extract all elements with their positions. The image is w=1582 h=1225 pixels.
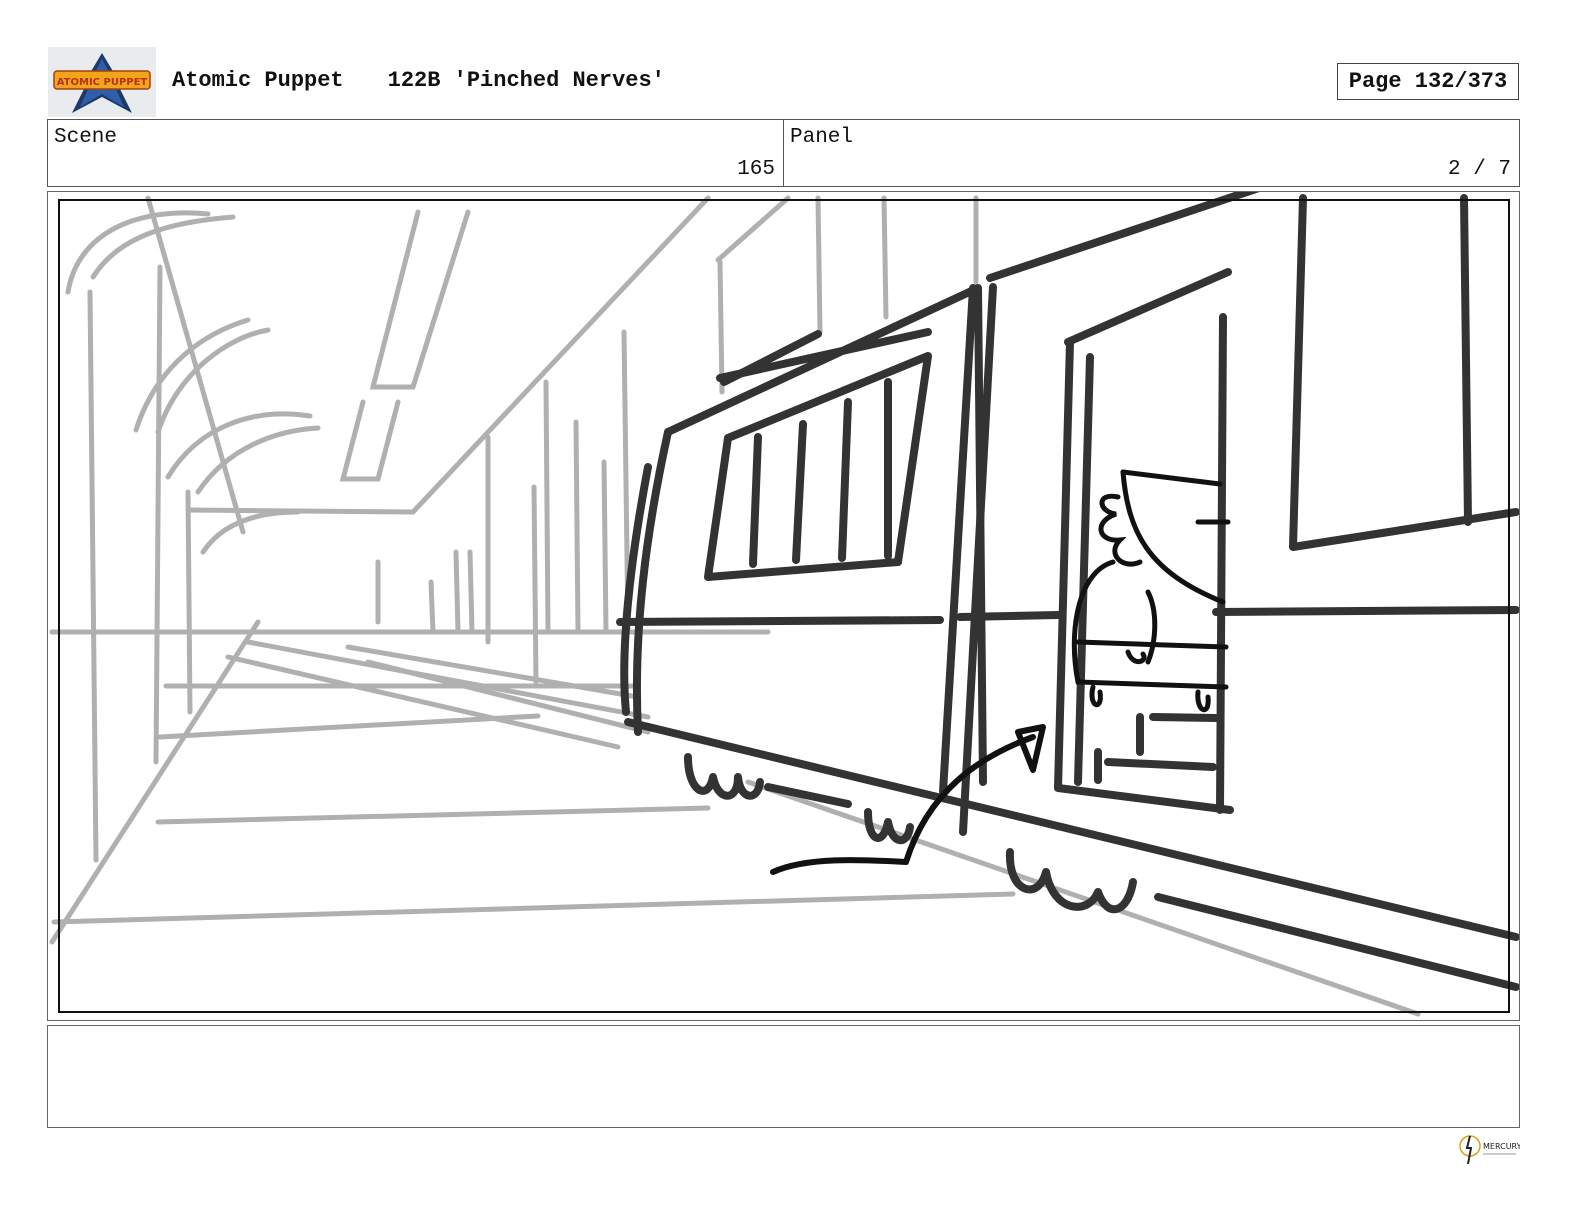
panel-notes	[47, 1025, 1520, 1128]
header-title: Atomic Puppet 122B 'Pinched Nerves'	[172, 68, 665, 93]
panel-number: 2 / 7	[1447, 158, 1511, 181]
scene-number: 165	[737, 158, 775, 181]
train-ink-layer	[616, 192, 1519, 991]
scene-panel-row: Scene 165 Panel 2 / 7	[47, 119, 1520, 187]
scene-cell: Scene 165	[48, 120, 784, 186]
page-number: Page 132/373	[1337, 63, 1519, 100]
subway-train-sketch	[49, 192, 1519, 1017]
character-sketch	[1071, 469, 1231, 712]
show-name: Atomic Puppet	[172, 68, 344, 93]
scene-label: Scene	[54, 126, 118, 149]
atomic-puppet-logo: ATOMIC PUPPET	[48, 47, 156, 117]
svg-text:ATOMIC PUPPET: ATOMIC PUPPET	[57, 77, 148, 88]
svg-text:MERCURY: MERCURY	[1483, 1142, 1520, 1151]
episode-title: 122B 'Pinched Nerves'	[387, 68, 665, 93]
panel-cell: Panel 2 / 7	[784, 120, 1519, 186]
panel-label: Panel	[790, 126, 854, 149]
storyboard-frame	[47, 191, 1520, 1021]
mercury-filmworks-logo: MERCURY	[1458, 1130, 1522, 1168]
rough-background-layer	[49, 195, 1421, 1017]
